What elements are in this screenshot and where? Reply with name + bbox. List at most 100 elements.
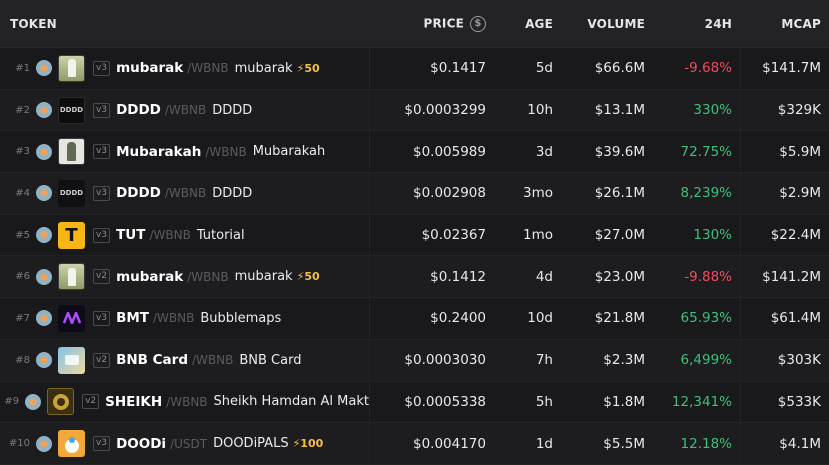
volume-cell: $23.0M [594,268,645,285]
token-cell[interactable]: #2 DDDD v3 DDDD/WBNB DDDD [0,89,370,131]
token-symbol: DDDD [116,185,161,202]
change-24h-cell: 6,499% [680,352,732,369]
token-thumb-text: DDDD [59,106,84,115]
age-cell: 7h [535,352,553,369]
mcap-cell: $22.4M [740,214,829,256]
header-token[interactable]: TOKEN [0,0,370,47]
token-name: Mubarakah [252,144,326,160]
token-cell[interactable]: #10 v3 DOODi/USDT DOODiPALS ⚡100 [0,423,370,464]
token-cell[interactable]: #8 v2 BNB Card/WBNB BNB Card [0,339,370,381]
mcap-cell: $141.2M [740,256,829,298]
table-body: #1 v3 mubarak/WBNB mubarak ⚡50 $0.1417 5d $66.6… [0,48,829,465]
header-mcap[interactable]: MCAP [740,0,829,47]
rank: #4 [15,187,30,199]
dex-version-badge: v3 [93,185,111,201]
price-cell: $0.0003299 [404,102,486,119]
rank: #7 [15,312,30,324]
age-cell: 3d [535,143,553,160]
dex-version-badge: v3 [93,310,111,326]
token-thumb-text: DDDD [59,189,84,198]
token-avatar [58,263,85,291]
token-cell[interactable]: #9 v2 SHEIKH/WBNB Sheikh Hamdan Al Makt [0,381,370,423]
token-table: TOKEN PRICE $ AGE VOLUME 24H MCAP #1 v3 mub… [0,0,829,465]
table-row[interactable]: #3 v3 Mubarakah/WBNB Mubarakah $0.005989 3d $3… [0,131,829,174]
volume-cell: $39.6M [594,143,645,160]
mcap-cell: $303K [740,339,829,381]
volume-cell: $66.6M [594,60,645,77]
token-avatar [58,430,85,458]
token-avatar [58,138,85,166]
bnb-chain-icon [36,310,52,327]
token-cell[interactable]: #7 v3 BMT/WBNB Bubblemaps [0,298,370,339]
token-avatar: DDDD [58,96,85,124]
bnb-chain-icon [36,227,52,244]
token-symbol: DDDD [116,102,161,119]
rank: #9 [4,396,20,408]
table-row[interactable]: #4 DDDD v3 DDDD/WBNB DDDD $0.002908 3mo $26.1M 8… [0,173,829,215]
header-24h[interactable]: 24H [653,17,740,31]
token-cell[interactable]: #4 DDDD v3 DDDD/WBNB DDDD [0,173,370,214]
age-cell: 4d [535,268,553,285]
bnb-chain-icon [36,102,52,119]
price-cell: $0.2400 [430,310,486,327]
header-price[interactable]: PRICE $ [370,15,494,32]
table-row[interactable]: #5 Tv3 TUT/WBNB Tutorial $0.02367 1mo $27.0M 13… [0,214,829,257]
age-cell: 1mo [523,227,553,244]
age-cell: 3mo [523,185,553,202]
table-row[interactable]: #8 v2 BNB Card/WBNB BNB Card $0.0003030 7h $2.… [0,339,829,382]
volume-cell: $2.3M [603,352,645,369]
table-row[interactable]: #6 v2 mubarak/WBNB mubarak ⚡50 $0.1412 4d $23.0… [0,256,829,299]
change-24h-cell: 65.93% [680,310,732,327]
dex-version-badge: v2 [93,352,111,368]
token-avatar: T [58,221,85,249]
pair-quote: /WBNB [164,186,207,201]
price-cell: $0.002908 [412,185,486,202]
dex-version-badge: v3 [93,60,111,76]
rank: #2 [15,104,30,116]
table-row[interactable]: #7 v3 BMT/WBNB Bubblemaps $0.2400 10d $21.8M 65… [0,298,829,340]
sheikh-logo-icon [52,393,69,410]
bnb-chain-icon [25,393,42,410]
volume-cell: $26.1M [594,185,645,202]
volume-cell: $5.5M [603,435,645,452]
boost-badge: ⚡50 [296,61,320,75]
token-cell[interactable]: #3 v3 Mubarakah/WBNB Mubarakah [0,131,370,173]
change-24h-cell: 72.75% [680,143,732,160]
dex-version-badge: v3 [93,102,111,118]
bnb-chain-icon [36,435,52,452]
change-24h-cell: 330% [693,102,732,119]
table-row[interactable]: #1 v3 mubarak/WBNB mubarak ⚡50 $0.1417 5d $66.6… [0,48,829,90]
token-symbol: mubarak [116,60,184,77]
change-24h-cell: -9.68% [684,60,732,77]
price-cell: $0.005989 [412,143,486,160]
table-row[interactable]: #10 v3 DOODi/USDT DOODiPALS ⚡100 $0.004170 1d $… [0,423,829,465]
change-24h-cell: 130% [693,227,732,244]
age-cell: 1d [535,435,553,452]
token-symbol: BNB Card [116,352,188,369]
bnb-chain-icon [36,352,52,369]
boost-badge: ⚡100 [292,437,324,451]
token-cell[interactable]: #1 v3 mubarak/WBNB mubarak ⚡50 [0,48,370,89]
mcap-cell: $533K [740,381,829,423]
price-cell: $0.1417 [430,60,486,77]
token-cell[interactable]: #6 v2 mubarak/WBNB mubarak ⚡50 [0,256,370,298]
table-row[interactable]: #2 DDDD v3 DDDD/WBNB DDDD $0.0003299 10h $13.1M… [0,89,829,132]
pair-quote: /WBNB [149,228,191,243]
header-age[interactable]: AGE [494,17,561,31]
mcap-cell: $5.9M [740,131,829,173]
pair-quote: /WBNB [153,311,195,326]
dollar-circle-icon[interactable]: $ [470,15,486,32]
mcap-cell: $141.7M [740,48,829,89]
mcap-cell: $2.9M [740,173,829,214]
pair-quote: /WBNB [166,394,208,409]
token-symbol: mubarak [116,268,184,285]
table-row[interactable]: #9 v2 SHEIKH/WBNB Sheikh Hamdan Al Makt $0.0… [0,381,829,424]
volume-cell: $21.8M [594,310,645,327]
token-symbol: DOODi [116,435,167,452]
card-icon [64,355,79,366]
header-volume[interactable]: VOLUME [561,17,653,31]
price-cell: $0.0003030 [404,352,486,369]
token-avatar: DDDD [58,179,85,207]
token-avatar [58,346,85,374]
token-cell[interactable]: #5 Tv3 TUT/WBNB Tutorial [0,214,370,256]
